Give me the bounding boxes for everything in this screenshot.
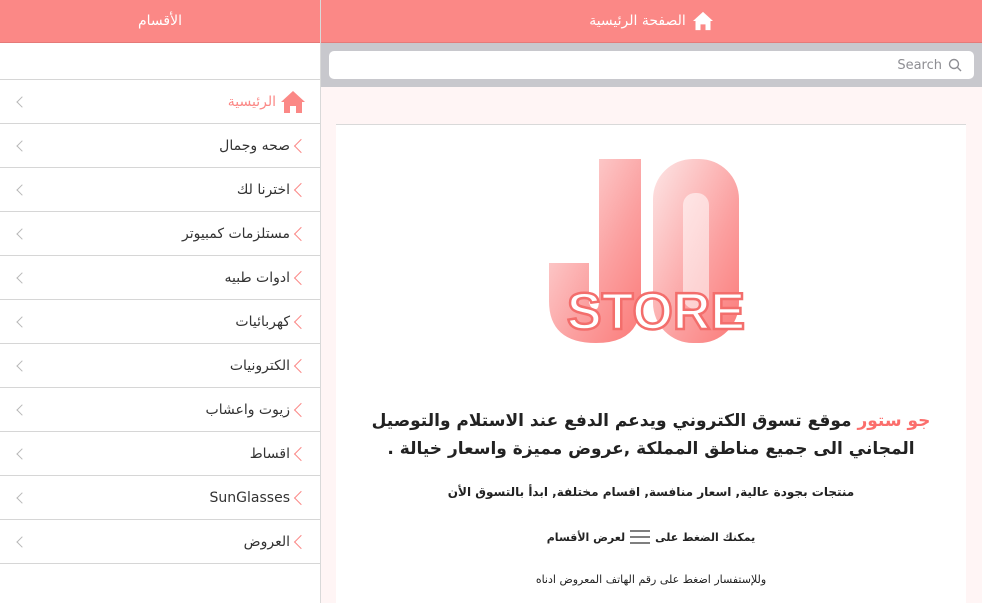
sidebar-item-label: اخترنا لك — [236, 181, 290, 198]
chevron-icon — [293, 534, 309, 549]
search-input[interactable] — [382, 57, 942, 73]
sidebar-item-medical-tools[interactable]: ادوات طبيه — [0, 256, 320, 300]
hint-before: يمكنك الضغط على — [655, 530, 756, 544]
hint-after: لعرض الأقسام — [546, 530, 626, 544]
sidebar-list: الرئيسية صحه وجمال اخترنا لك مستلزمات كم… — [0, 80, 320, 564]
chevron-left-icon — [16, 227, 28, 240]
chevron-left-icon — [16, 183, 28, 196]
sidebar-item-label: زيوت واعشاب — [205, 401, 290, 418]
intro-text: جو ستور موقع تسوق الكتروني ويدعم الدفع ع… — [336, 407, 966, 463]
sidebar-item-label: ادوات طبيه — [224, 269, 290, 286]
chevron-icon — [293, 402, 309, 417]
chevron-left-icon — [16, 95, 28, 108]
jo-store-logo: STORE — [549, 159, 746, 343]
sidebar-item-label: الكترونيات — [229, 357, 290, 374]
main-panel: الصفحة الرئيسية Search STORE جو ستور موق… — [321, 0, 982, 603]
sidebar-item-label: صحه وجمال — [219, 137, 290, 154]
sidebar-item-offers[interactable]: العروض — [0, 520, 320, 564]
sidebar-title: الأقسام — [138, 13, 182, 29]
chevron-icon — [293, 138, 309, 153]
sidebar-item-sunglasses[interactable]: SunGlasses — [0, 476, 320, 520]
chevron-icon — [293, 490, 309, 505]
sidebar-item-installments[interactable]: اقساط — [0, 432, 320, 476]
chevron-icon — [293, 358, 309, 373]
brand-name: جو ستور — [857, 411, 931, 431]
main-header: الصفحة الرئيسية — [321, 0, 982, 43]
chevron-left-icon — [16, 315, 28, 328]
chevron-icon — [293, 182, 309, 197]
sidebar-item-label: SunGlasses — [209, 489, 290, 506]
sidebar-item-label: الرئيسية — [227, 93, 276, 110]
chevron-left-icon — [16, 535, 28, 548]
chevron-icon — [293, 314, 309, 329]
sidebar-item-oils-herbs[interactable]: زيوت واعشاب — [0, 388, 320, 432]
intro-body: موقع تسوق الكتروني ويدعم الدفع عند الاست… — [371, 411, 915, 459]
sidebar-item-label: اقساط — [249, 445, 290, 462]
chevron-left-icon — [16, 359, 28, 372]
features-text: منتجات بجودة عالية, اسعار منافسة, اقسام … — [447, 485, 855, 499]
sidebar-item-electrical[interactable]: كهربائيات — [0, 300, 320, 344]
search-bar — [321, 43, 982, 87]
chevron-left-icon — [16, 491, 28, 504]
sidebar-item-health-beauty[interactable]: صحه وجمال — [0, 124, 320, 168]
search-icon — [948, 58, 962, 72]
chevron-left-icon — [16, 271, 28, 284]
sidebar-item-label: مستلزمات كمبيوتر — [181, 225, 290, 242]
sidebar-item-label: العروض — [243, 533, 290, 550]
logo-store-text: STORE — [567, 283, 745, 341]
search-field[interactable] — [329, 51, 974, 79]
sidebar-item-label: كهربائيات — [235, 313, 290, 330]
sidebar-item-electronics[interactable]: الكترونيات — [0, 344, 320, 388]
chevron-left-icon — [16, 447, 28, 460]
chevron-left-icon — [16, 139, 28, 152]
menu-hint: يمكنك الضغط على لعرض الأقسام — [336, 529, 966, 545]
contact-text: وللإستفسار اضغط على رقم الهاتف المعروض ا… — [535, 573, 767, 586]
page-title: الصفحة الرئيسية — [589, 13, 686, 29]
sidebar: الأقسام الرئيسية صحه وجمال اخترنا لك مست… — [0, 0, 321, 603]
chevron-left-icon — [16, 403, 28, 416]
chevron-icon — [293, 446, 309, 461]
sidebar-item-computer-supplies[interactable]: مستلزمات كمبيوتر — [0, 212, 320, 256]
sidebar-spacer — [0, 43, 320, 80]
home-icon — [281, 90, 305, 113]
sidebar-item-picked-for-you[interactable]: اخترنا لك — [0, 168, 320, 212]
chevron-icon — [293, 270, 309, 285]
sidebar-header: الأقسام — [0, 0, 320, 43]
home-icon — [692, 11, 713, 31]
menu-icon — [630, 530, 651, 544]
sidebar-item-home[interactable]: الرئيسية — [0, 80, 320, 124]
content-card: STORE جو ستور موقع تسوق الكتروني ويدعم ا… — [336, 124, 966, 603]
chevron-icon — [293, 226, 309, 241]
